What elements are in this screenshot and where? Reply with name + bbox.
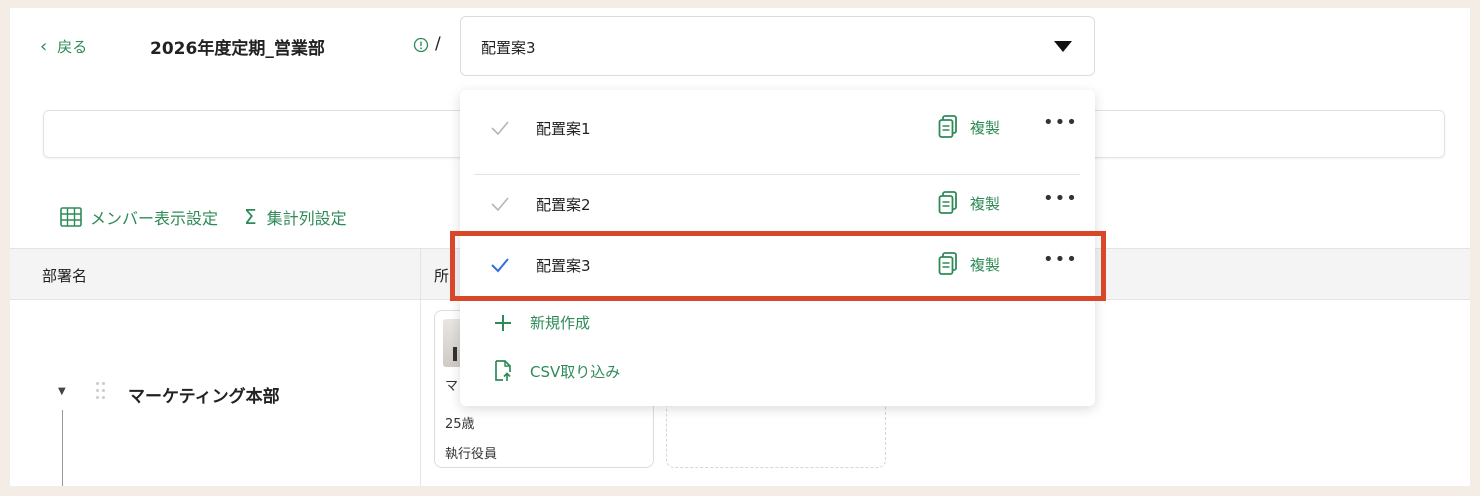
duplicate-button[interactable]: 複製 <box>938 115 1000 139</box>
plan-dropdown-menu: 配置案1 複製 ••• 配置案2 複製 ••• 配置案3 複製 ••• 新規作成… <box>460 90 1095 406</box>
breadcrumb-separator: / <box>435 34 441 54</box>
aggregate-column-settings-label: 集計列設定 <box>266 209 347 228</box>
back-link[interactable]: ‹ 戻る <box>40 36 87 57</box>
create-new-button[interactable]: 新規作成 <box>492 312 590 333</box>
check-icon <box>491 197 509 212</box>
plan-select-value: 配置案3 <box>481 39 536 57</box>
back-label: 戻る <box>57 38 88 56</box>
header: ‹ 戻る 2026年度定期_営業部 / 配置案3 <box>10 8 1470 88</box>
menu-item-plan-2[interactable]: 配置案2 複製 ••• <box>460 174 1095 236</box>
menu-item-label: 配置案1 <box>536 120 591 138</box>
copy-icon <box>938 252 957 275</box>
caret-down-icon <box>1054 41 1072 52</box>
app-frame: ‹ 戻る 2026年度定期_営業部 / 配置案3 メンバー表示設定 Σ 集計列設… <box>10 8 1470 486</box>
duplicate-label: 複製 <box>970 118 1001 137</box>
member-name: マ <box>445 379 459 394</box>
file-import-icon <box>492 360 514 382</box>
plan-select[interactable]: 配置案3 <box>460 16 1095 76</box>
member-role: 執行役員 <box>445 447 498 462</box>
menu-item-plan-3[interactable]: 配置案3 複製 ••• <box>460 235 1095 297</box>
menu-item-label: 配置案3 <box>536 257 591 275</box>
duplicate-button[interactable]: 複製 <box>938 252 1000 276</box>
more-options-icon[interactable]: ••• <box>1043 112 1078 133</box>
expand-triangle-icon[interactable]: ▼ <box>58 386 66 397</box>
duplicate-button[interactable]: 複製 <box>938 191 1000 215</box>
menu-item-label: 配置案2 <box>536 196 591 214</box>
member-age: 25歳 <box>445 417 475 432</box>
duplicate-label: 複製 <box>970 255 1001 274</box>
copy-icon <box>938 115 957 138</box>
check-icon <box>491 258 509 273</box>
table-grid-icon <box>60 207 82 227</box>
create-new-label: 新規作成 <box>530 314 591 332</box>
tree-line <box>62 410 63 486</box>
column-header-member: 所 <box>434 267 450 285</box>
duplicate-label: 複製 <box>970 194 1001 213</box>
toolbar: メンバー表示設定 Σ 集計列設定 <box>60 205 373 229</box>
chevron-left-icon: ‹ <box>40 35 48 57</box>
aggregate-column-settings-button[interactable]: Σ 集計列設定 <box>244 205 347 229</box>
more-options-icon[interactable]: ••• <box>1043 188 1078 209</box>
check-icon <box>491 121 509 136</box>
member-display-settings-button[interactable]: メンバー表示設定 <box>60 205 218 229</box>
copy-icon <box>938 191 957 214</box>
drag-handle-icon[interactable] <box>94 380 108 402</box>
member-display-settings-label: メンバー表示設定 <box>90 209 219 228</box>
column-header-department: 部署名 <box>42 267 88 285</box>
csv-import-button[interactable]: CSV取り込み <box>492 360 620 382</box>
more-options-icon[interactable]: ••• <box>1043 249 1078 270</box>
department-name: マーケティング本部 <box>128 387 280 407</box>
plus-icon <box>492 314 514 332</box>
info-icon[interactable] <box>413 37 429 53</box>
menu-item-plan-1[interactable]: 配置案1 複製 ••• <box>460 98 1095 160</box>
csv-import-label: CSV取り込み <box>530 362 621 381</box>
sigma-icon: Σ <box>244 205 257 229</box>
page-title: 2026年度定期_営業部 <box>150 39 325 59</box>
